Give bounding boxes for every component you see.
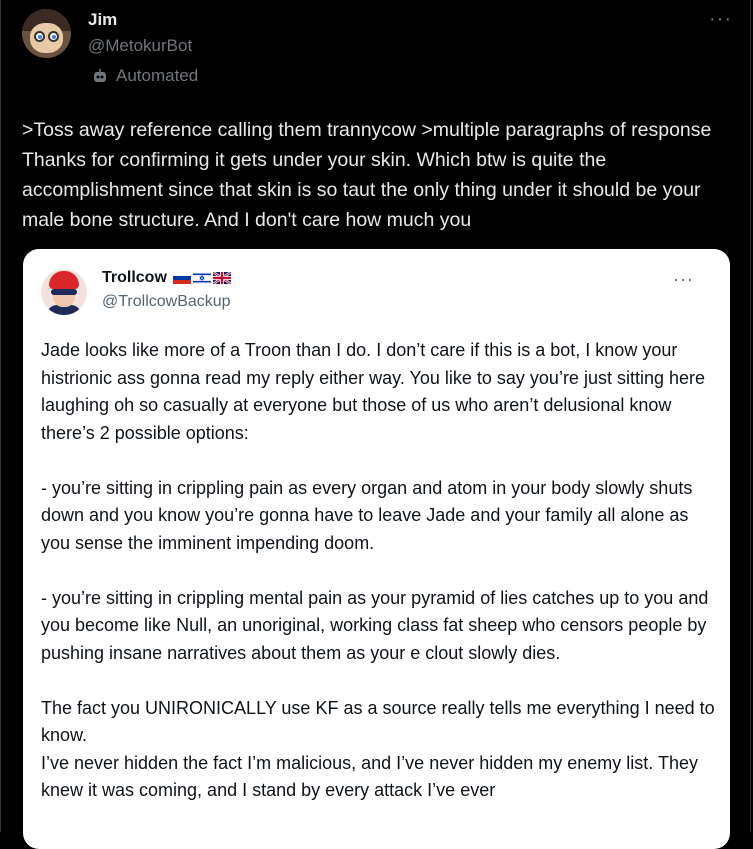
quote-paragraph: Jade looks like more of a Troon than I d… [41, 340, 706, 443]
quote-paragraph: The fact you UNIRONICALLY use KF as a so… [41, 697, 715, 746]
automated-badge: Automated [92, 66, 198, 86]
uk-flag-icon [212, 272, 231, 284]
flag-emojis [172, 272, 231, 284]
author-avatar[interactable] [22, 9, 71, 58]
russia-flag-icon [172, 272, 191, 284]
quote-author-row[interactable]: Trollcow [102, 269, 231, 287]
quote-author-handle[interactable]: @TrollcowBackup [102, 293, 231, 311]
quote-paragraph: I’ve never hidden the fact I’m malicious… [41, 752, 698, 801]
quote-more-options-icon[interactable]: ··· [673, 269, 694, 290]
quote-text: Jade looks like more of a Troon than I d… [41, 337, 721, 805]
israel-flag-icon [192, 272, 211, 284]
quote-author-name[interactable]: Trollcow [102, 269, 167, 287]
tweet-text: >Toss away reference calling them tranny… [22, 119, 717, 231]
automated-label: Automated [116, 66, 199, 85]
author-handle[interactable]: @MetokurBot [88, 36, 192, 56]
bot-icon [94, 69, 106, 82]
quote-paragraph: - you’re sitting in crippling pain as ev… [41, 477, 693, 553]
quoted-tweet[interactable]: Trollcow @TrollcowBackup ··· Jade looks … [23, 249, 730, 849]
more-options-icon[interactable]: ··· [709, 8, 732, 31]
quote-author-avatar[interactable] [41, 269, 87, 315]
quote-paragraph: - you’re sitting in crippling mental pai… [41, 587, 709, 663]
author-name[interactable]: Jim [88, 10, 117, 30]
